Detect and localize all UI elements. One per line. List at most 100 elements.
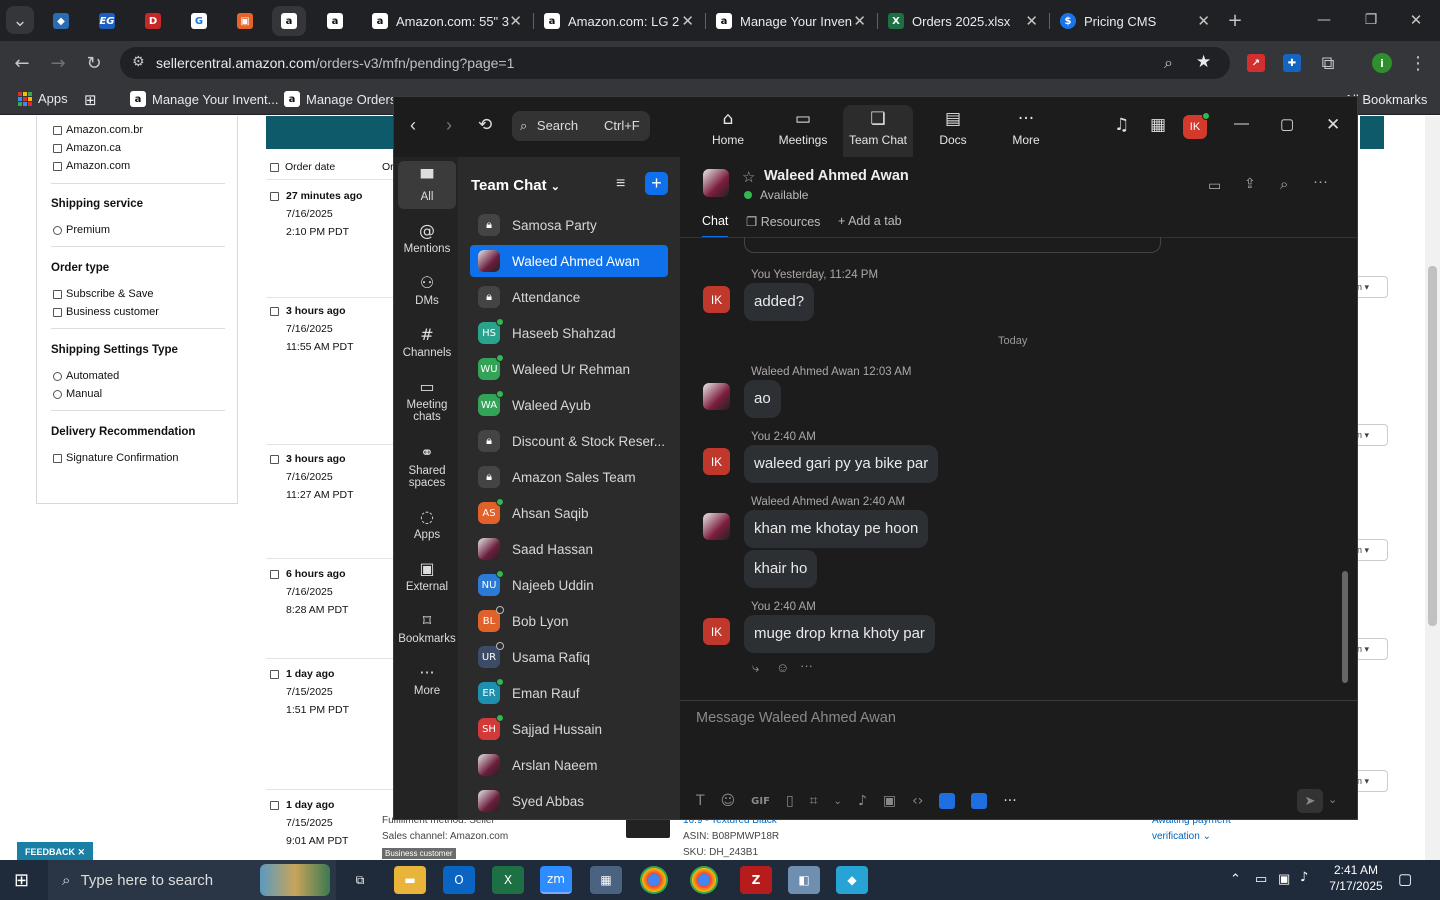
new-tab-icon[interactable]: + — [1221, 6, 1249, 34]
pinned-tab[interactable]: D — [136, 6, 170, 36]
pinned-tab[interactable]: ◆ — [44, 6, 78, 36]
order-row[interactable]: 27 minutes ago 7/16/2025 2:10 PM PDT — [270, 190, 400, 244]
contact-item[interactable]: NU Najeeb Uddin — [470, 569, 668, 601]
tab-orders-xlsx[interactable]: X Orders 2025.xlsx ✕ — [878, 6, 1048, 36]
restore-icon[interactable]: ❐ — [1357, 6, 1385, 34]
contact-item[interactable]: 🔒︎ Attendance — [470, 281, 668, 313]
calendar-icon[interactable]: ▦ — [1150, 115, 1166, 135]
order-row[interactable]: 3 hours ago 7/16/2025 11:27 AM PDT — [270, 453, 400, 507]
sidebar-meeting-chats[interactable]: ▭ Meeting chats — [398, 375, 456, 423]
notifications-icon[interactable]: ▢ — [1398, 870, 1412, 888]
favorite-star-icon[interactable]: ☆ — [742, 168, 755, 186]
search-icon[interactable]: ⌕ — [1280, 175, 1288, 193]
close-icon[interactable]: ✕ — [509, 12, 522, 30]
close-window-icon[interactable]: ✕ — [1402, 6, 1430, 34]
nav-meetings[interactable]: ▭ Meetings — [768, 105, 838, 157]
profile-avatar[interactable]: i — [1372, 53, 1392, 73]
sidebar-channels[interactable]: # Channels — [398, 323, 456, 359]
more-icon[interactable]: ··· — [1003, 793, 1016, 809]
show-hidden-icons[interactable]: ⌃ — [1230, 871, 1241, 887]
code-snippet-icon[interactable]: ‹› — [912, 793, 923, 809]
row-checkbox[interactable] — [270, 670, 279, 679]
bookmark-manage-orders[interactable]: a Manage Orders — [284, 91, 396, 107]
filter-marketplace-com[interactable]: Amazon.com — [53, 160, 130, 172]
clock[interactable]: 2:41 AM 7/17/2025 — [1326, 863, 1386, 893]
filter-marketplace-br[interactable]: Amazon.com.br — [53, 124, 143, 136]
zoom-app-icon[interactable]: zm — [540, 866, 572, 894]
order-row[interactable]: 1 day ago 7/15/2025 1:51 PM PDT — [270, 668, 400, 722]
row-checkbox[interactable] — [270, 192, 279, 201]
sidebar-mentions[interactable]: @ Mentions — [398, 219, 456, 255]
nav-more[interactable]: ··· More — [991, 105, 1061, 157]
tab-chat[interactable]: Chat — [702, 214, 729, 238]
pinned-tab-active[interactable]: a — [272, 6, 306, 36]
text-format-icon[interactable]: T — [696, 793, 705, 809]
taskbar-search[interactable]: ⌕ Type here to search — [48, 860, 336, 900]
tab-amazon-lg[interactable]: a Amazon.com: LG 2 ✕ — [534, 6, 704, 36]
gif-icon[interactable]: GIF — [751, 796, 770, 807]
extension-arrow-icon[interactable]: ↗ — [1247, 54, 1265, 72]
back-icon[interactable]: ← — [8, 49, 36, 77]
bookmark-star-icon[interactable]: ★ — [1196, 52, 1211, 72]
file-icon[interactable]: ▯ — [786, 793, 794, 809]
message-bubble[interactable]: added? — [744, 283, 815, 321]
tab-search-chevron-icon[interactable]: ⌄ — [6, 6, 34, 34]
tab-groups-icon[interactable]: ⊞ — [84, 91, 97, 109]
contact-item[interactable]: ER Eman Rauf — [470, 677, 668, 709]
contact-item[interactable]: 🔒︎ Discount & Stock Reser... — [470, 425, 668, 457]
task-view-icon[interactable]: ⧉ — [344, 866, 376, 894]
filter-automated[interactable]: Automated — [53, 370, 119, 382]
back-icon[interactable]: ‹ — [410, 115, 416, 136]
nav-docs[interactable]: ▤ Docs — [918, 105, 988, 157]
contact-item[interactable]: 🔒︎ Amazon Sales Team — [470, 461, 668, 493]
windows-start-icon[interactable]: ⊞ — [14, 870, 29, 891]
contact-item[interactable]: HS Haseeb Shahzad — [470, 317, 668, 349]
extensions-puzzle-icon[interactable]: ⧉ — [1314, 49, 1342, 77]
app-diamond-icon[interactable]: ◆ — [836, 866, 868, 894]
contact-item[interactable]: BL Bob Lyon — [470, 605, 668, 637]
contact-name[interactable]: Waleed Ahmed Awan — [764, 168, 909, 184]
row-checkbox[interactable] — [270, 570, 279, 579]
site-info-icon[interactable]: ⚙ — [132, 54, 145, 70]
share-screen-icon[interactable]: ⇪ — [1244, 175, 1256, 192]
bookmark-manage-inventory[interactable]: a Manage Your Invent... — [130, 91, 278, 107]
checkbox[interactable] — [53, 289, 62, 299]
close-icon[interactable]: ✕ — [1197, 12, 1210, 30]
app-icon[interactable]: ◧ — [788, 866, 820, 894]
message-bubble[interactable]: waleed gari py ya bike par — [744, 445, 939, 483]
app-integration-icon[interactable] — [939, 793, 956, 809]
reply-icon[interactable]: ⤷ — [752, 660, 759, 676]
chat-scrollbar[interactable] — [1342, 237, 1348, 683]
minimize-icon[interactable]: — — [1310, 6, 1338, 34]
contact-avatar[interactable] — [703, 169, 729, 197]
user-avatar[interactable]: IK — [1183, 112, 1210, 139]
notification-bell-icon[interactable]: ♫ — [1114, 115, 1129, 135]
filter-business-customer[interactable]: Business customer — [53, 306, 159, 318]
tab-add[interactable]: + Add a tab — [838, 214, 902, 228]
zoom-search-icon[interactable]: ⌕ — [1164, 53, 1173, 73]
filter-subscribe-save[interactable]: Subscribe & Save — [53, 288, 153, 300]
checkbox[interactable] — [53, 143, 62, 153]
calculator-icon[interactable]: ▦ — [590, 866, 622, 894]
maximize-icon[interactable]: ▢ — [1280, 115, 1294, 133]
filter-marketplace-ca[interactable]: Amazon.ca — [53, 142, 121, 154]
order-row[interactable]: 1 day ago 7/15/2025 9:01 AM PDT — [270, 799, 400, 853]
forward-icon[interactable]: › — [446, 115, 452, 136]
sidebar-dms[interactable]: ⚇ DMs — [398, 271, 456, 307]
nav-team-chat[interactable]: ❏ Team Chat — [843, 105, 913, 157]
row-checkbox[interactable] — [270, 307, 279, 316]
minimize-icon[interactable]: — — [1234, 115, 1249, 132]
address-bar[interactable]: ⚙ sellercentral.amazon.com/orders-v3/mfn… — [120, 47, 1230, 79]
contact-item[interactable]: 🔒︎ Samosa Party — [470, 209, 668, 241]
sidebar-more[interactable]: ··· More — [398, 661, 456, 697]
more-actions-icon[interactable]: ··· — [800, 658, 813, 673]
scrollbar-thumb[interactable] — [1342, 571, 1348, 683]
file-explorer-icon[interactable]: ▬ — [394, 866, 426, 894]
send-options-chevron-icon[interactable]: ⌄ — [1328, 793, 1337, 806]
pinned-tab[interactable]: ▣ — [228, 6, 262, 36]
close-icon[interactable]: ✕ — [681, 12, 694, 30]
contact-item[interactable]: AS Ahsan Saqib — [470, 497, 668, 529]
page-scrollbar[interactable] — [1425, 116, 1440, 860]
filter-icon[interactable]: ≡ — [616, 175, 625, 193]
reload-icon[interactable]: ↻ — [80, 49, 108, 77]
